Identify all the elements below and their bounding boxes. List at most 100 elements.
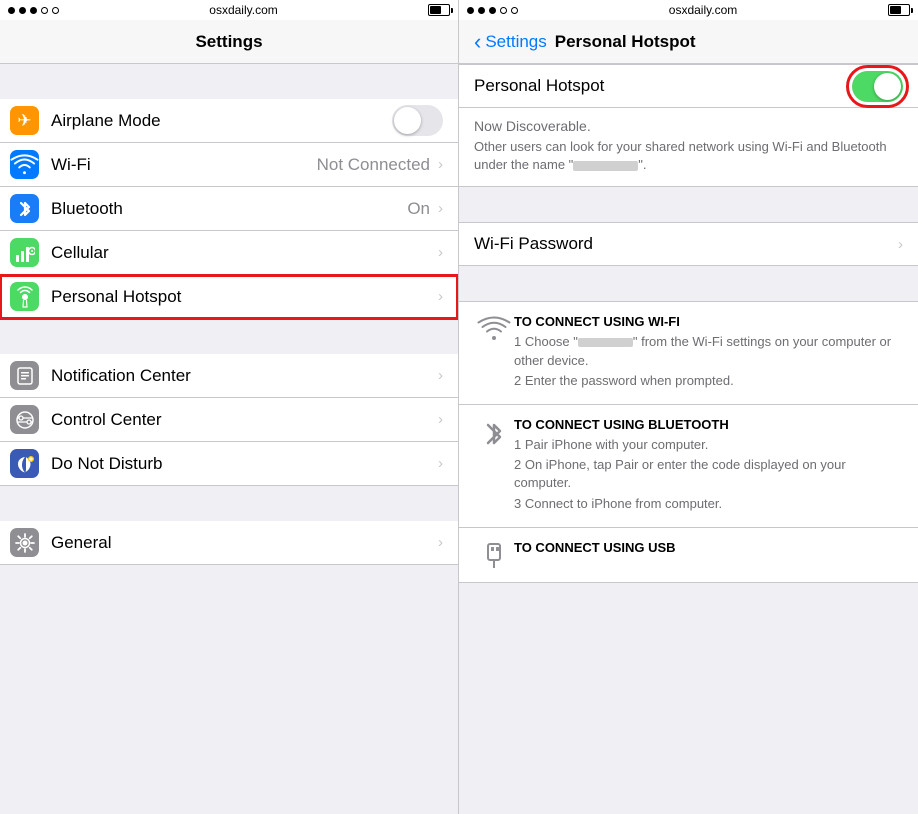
connect-section: TO CONNECT USING WI-FI 1 Choose "" from … [459,301,918,582]
hotspot-toggle-row[interactable]: Personal Hotspot [459,64,918,108]
airplane-mode-icon: ✈ [10,106,39,135]
bluetooth-icon-bg [10,194,39,223]
hotspot-toggle-knob [874,73,901,100]
connect-bt-title: TO CONNECT USING BLUETOOTH [514,417,903,432]
connect-bt-step2: 2 On iPhone, tap Pair or enter the code … [514,456,903,492]
connect-item-usb: TO CONNECT USING USB [459,528,918,582]
battery-fill [430,6,441,14]
notification-center-icon-bg [10,361,39,390]
do-not-disturb-icon [15,454,35,474]
discoverable-section: Now Discoverable. Other users can look f… [459,108,918,187]
list-item-cellular[interactable]: Cellular › [0,231,458,275]
list-item-notification-center[interactable]: Notification Center › [0,354,458,398]
wifi-label: Wi-Fi [51,155,317,175]
control-center-icon [15,410,35,430]
section-gap-2 [0,319,458,354]
left-nav-bar: Settings [0,20,458,64]
discoverable-text-content: Other users can look for your shared net… [474,139,887,172]
connect-bt-svg [484,419,504,449]
dot3 [30,7,37,14]
dot2 [19,7,26,14]
hotspot-toggle[interactable] [852,71,903,102]
wifi-password-label: Wi-Fi Password [474,234,898,254]
wifi-value: Not Connected [317,155,430,175]
general-icon [14,532,36,554]
hotspot-chevron: › [438,288,443,305]
connect-wifi-step2: 2 Enter the password when prompted. [514,372,903,390]
left-status-right [428,4,450,16]
right-battery-fill [890,6,901,14]
wifi-chevron: › [438,156,443,173]
airplane-symbol: ✈ [17,111,31,131]
r-dot5 [511,7,518,14]
connect-usb-title: TO CONNECT USING USB [514,540,903,555]
wifi-icon-bg [10,150,39,179]
connect-wifi-title: TO CONNECT USING WI-FI [514,314,903,329]
right-signal-dots [467,7,518,14]
list-item-bluetooth[interactable]: Bluetooth On › [0,187,458,231]
connect-usb-icon [474,542,514,570]
left-status-bar: osxdaily.com [0,0,458,20]
list-item-control-center[interactable]: Control Center › [0,398,458,442]
airplane-mode-knob [394,107,421,134]
do-not-disturb-label: Do Not Disturb [51,454,438,474]
right-content: Personal Hotspot Now Discoverable. Other… [459,64,918,814]
right-panel: osxdaily.com ‹ Settings Personal Hotspot… [459,0,918,814]
general-chevron: › [438,534,443,551]
hotspot-toggle-label: Personal Hotspot [474,76,852,96]
bluetooth-icon [18,198,32,220]
list-item-general[interactable]: General › [0,521,458,565]
do-not-disturb-icon-bg [10,449,39,478]
hotspot-icon [14,286,36,308]
connect-wifi-svg [477,316,511,342]
r-dot1 [467,7,474,14]
notification-center-icon [16,366,34,386]
discoverable-title: Now Discoverable. [474,118,903,134]
wifi-password-row[interactable]: Wi-Fi Password › [459,222,918,266]
dot1 [8,7,15,14]
notification-center-label: Notification Center [51,366,438,386]
wifi-icon [10,153,39,177]
back-arrow-icon[interactable]: ‹ [474,31,481,53]
general-icon-bg [10,528,39,557]
left-status-title: osxdaily.com [209,3,277,17]
cellular-chevron: › [438,244,443,261]
right-status-right [888,4,910,16]
airplane-mode-label: Airplane Mode [51,111,392,131]
cellular-label: Cellular [51,243,438,263]
discoverable-text: Other users can look for your shared net… [474,138,903,174]
do-not-disturb-chevron: › [438,455,443,472]
airplane-mode-toggle[interactable] [392,105,443,136]
left-panel: osxdaily.com Settings ✈ Airplane Mode [0,0,459,814]
control-center-label: Control Center [51,410,438,430]
right-status-title: osxdaily.com [669,3,737,17]
back-label[interactable]: Settings [485,32,546,52]
network-name-blank [573,161,638,171]
dot4 [41,7,48,14]
r-dot4 [500,7,507,14]
connect-item-bluetooth: TO CONNECT USING BLUETOOTH 1 Pair iPhone… [459,405,918,528]
settings-list[interactable]: ✈ Airplane Mode Wi-Fi Not Connected › [0,64,458,814]
right-status-bar: osxdaily.com [459,0,918,20]
list-item-personal-hotspot[interactable]: Personal Hotspot › [0,275,458,319]
dot5 [52,7,59,14]
right-nav-title: Personal Hotspot [555,32,696,52]
notification-center-chevron: › [438,367,443,384]
connect-bt-step1: 1 Pair iPhone with your computer. [514,436,903,454]
connect-usb-svg [481,542,507,570]
connect-usb-text: TO CONNECT USING USB [514,540,903,559]
r-dot2 [478,7,485,14]
connect-bt-text: TO CONNECT USING BLUETOOTH 1 Pair iPhone… [514,417,903,515]
list-item-airplane-mode[interactable]: ✈ Airplane Mode [0,99,458,143]
general-label: General [51,533,438,553]
bluetooth-chevron: › [438,200,443,217]
list-item-do-not-disturb[interactable]: Do Not Disturb › [0,442,458,486]
discoverable-text-end: ". [638,157,646,172]
r-dot3 [489,7,496,14]
signal-dots [8,7,59,14]
bluetooth-label: Bluetooth [51,199,407,219]
wifi-password-chevron: › [898,236,903,253]
right-nav-bar: ‹ Settings Personal Hotspot [459,20,918,64]
cellular-icon-bg [10,238,39,267]
list-item-wifi[interactable]: Wi-Fi Not Connected › [0,143,458,187]
